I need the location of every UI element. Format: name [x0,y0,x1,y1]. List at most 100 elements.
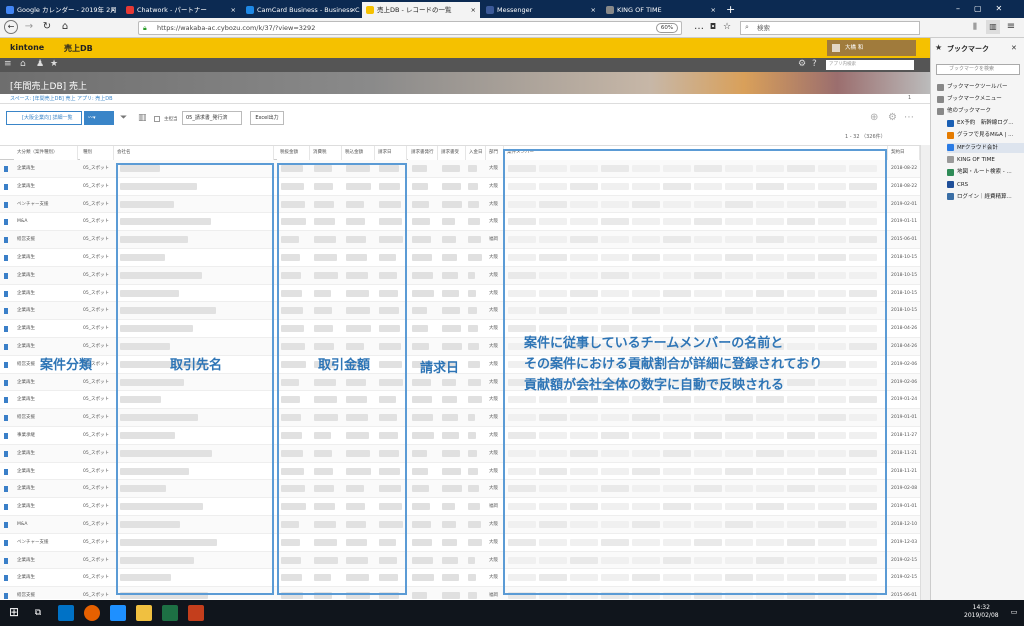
record-detail-icon[interactable] [4,593,8,599]
close-icon[interactable]: ✕ [1011,44,1017,52]
new-tab-button[interactable]: + [722,2,736,18]
column-header[interactable]: 税抜金額 [277,146,310,160]
bookmark-item[interactable]: グラフで見るM&A | ... [947,130,1024,140]
outlook-icon[interactable] [58,605,74,621]
sidebar-toggle-icon[interactable]: ▥ [986,20,1000,34]
record-detail-icon[interactable] [4,450,8,457]
breadcrumb[interactable]: スペース: [年間売上DB] 売上 アプリ: 売上DB [0,94,930,104]
sidebar-title[interactable]: ブックマーク [947,44,989,54]
bookmark-star-icon[interactable]: ☆ [720,20,734,34]
bookmark-item[interactable]: ログイン｜経費精算... [947,192,1024,202]
user-menu[interactable]: 大橋 和 [827,40,916,56]
graph-view-button[interactable]: 〰▾ [84,111,114,125]
column-header[interactable]: 消費税 [310,146,342,160]
tab-kintone-active[interactable]: 売上DB - レコードの一覧 × [362,2,480,18]
record-detail-icon[interactable] [4,575,8,582]
menu-icon[interactable]: ≡ [4,59,12,69]
tab-chatwork[interactable]: Chatwork - パートナー × [122,2,240,18]
record-detail-icon[interactable] [4,522,8,528]
record-detail-icon[interactable] [4,326,8,333]
record-detail-icon[interactable] [4,433,8,439]
firefox-icon[interactable] [84,605,100,621]
url-bar[interactable]: https://wakaba-ac.cybozu.com/k/37/?view=… [138,21,682,35]
column-header[interactable]: 会社名 [114,146,274,160]
bookmark-search-input[interactable]: ブックマークを検索 [936,64,1020,75]
help-icon[interactable]: ? [812,59,817,69]
tab-king-of-time[interactable]: KING OF TIME × [602,2,720,18]
close-icon[interactable]: × [471,2,476,18]
notification-icon[interactable]: ▭ [1008,604,1020,620]
column-header[interactable]: 大分類（案件種別） [14,146,78,160]
settings-icon[interactable]: ⚙ [798,59,806,69]
column-header[interactable]: 部門 [486,146,504,160]
home-icon[interactable]: ⌂ [20,59,26,69]
record-detail-icon[interactable] [4,468,8,475]
record-detail-icon[interactable] [4,557,8,564]
filter-select[interactable]: 05_請求書_発行済 [182,111,242,125]
powerpoint-icon[interactable] [188,605,204,621]
settings-icon[interactable]: ⚙ [888,112,897,123]
bookmark-item[interactable]: ブックマークツールバー [937,82,1023,92]
pocket-icon[interactable]: ◘ [706,20,720,34]
reload-icon[interactable]: ↻ [40,20,54,34]
column-header[interactable]: 税込金額 [342,146,375,160]
bookmark-item[interactable]: MFクラウド会計 [947,142,1024,153]
hamburger-menu-icon[interactable]: ≡ [1004,20,1018,34]
app-search-input[interactable]: アプリ内検索 [826,60,914,70]
bookmark-item[interactable]: EX予約 新幹線ログ... [947,118,1024,128]
tab-google-calendar[interactable]: Google カレンダー - 2019年 2月 × [2,2,120,18]
browser-search-input[interactable]: 検索 [740,21,920,35]
window-controls[interactable]: –▢✕ [956,4,1016,13]
tab-messenger[interactable]: Messenger × [482,2,600,18]
record-detail-icon[interactable] [4,308,8,315]
record-detail-icon[interactable] [4,539,8,546]
record-detail-icon[interactable] [4,272,8,279]
bookmark-item[interactable]: 地図・ルート検索 - ... [947,167,1024,177]
column-header[interactable]: 種別 [80,146,114,160]
windows-start-icon[interactable]: ⊞ [6,605,22,621]
chart-icon[interactable]: ▥ [138,113,147,123]
record-detail-icon[interactable] [4,361,8,368]
view-select[interactable]: [大阪企業向] 詳細一覧 [6,111,82,125]
excel-icon[interactable] [162,605,178,621]
more-options-icon[interactable]: ⋯ [904,112,914,123]
close-icon[interactable]: × [351,2,356,18]
star-icon[interactable]: ★ [50,59,58,69]
people-icon[interactable]: ♟ [36,59,44,69]
column-header[interactable]: 入金日 [466,146,486,160]
close-icon[interactable]: × [111,2,116,18]
vertical-scrollbar[interactable] [920,145,930,600]
back-button[interactable]: ← [4,20,18,34]
bookmark-item[interactable]: KING OF TIME [947,155,1024,165]
close-icon[interactable]: × [711,2,716,18]
record-detail-icon[interactable] [4,237,8,244]
checkbox[interactable] [154,116,160,122]
column-header[interactable]: 請求書受 [438,146,466,160]
bookmark-item[interactable]: ブックマークメニュー [937,94,1023,104]
record-detail-icon[interactable] [4,201,8,208]
home-icon[interactable]: ⌂ [58,20,72,34]
column-header[interactable]: 請求書発行 [408,146,438,160]
task-view-icon[interactable]: ⧉ [30,605,46,621]
record-detail-icon[interactable] [4,166,8,172]
bookmark-item[interactable]: 他のブックマーク [937,106,1023,116]
filter-icon[interactable]: ⏷ [120,113,127,123]
add-record-icon[interactable]: ⊕ [870,112,878,123]
close-icon[interactable]: × [231,2,236,18]
forward-button[interactable]: → [22,20,36,34]
edge-icon[interactable] [110,605,126,621]
record-detail-icon[interactable] [4,397,8,404]
record-detail-icon[interactable] [4,183,8,190]
record-detail-icon[interactable] [4,255,8,261]
tab-camcard[interactable]: CamCard Business - Business C × [242,2,360,18]
record-detail-icon[interactable] [4,379,8,386]
column-header[interactable]: 請求日 [375,146,407,160]
menu-dots-icon[interactable]: … [692,20,706,34]
record-detail-icon[interactable] [4,504,8,511]
file-explorer-icon[interactable] [136,605,152,621]
record-detail-icon[interactable] [4,290,8,297]
taskbar-clock[interactable]: 14:32 2019/02/08 [964,604,999,620]
excel-export-button[interactable]: Excel出力 [250,111,284,125]
bookmark-item[interactable]: CRS [947,180,1024,190]
column-header[interactable]: 契約日 [888,146,920,160]
